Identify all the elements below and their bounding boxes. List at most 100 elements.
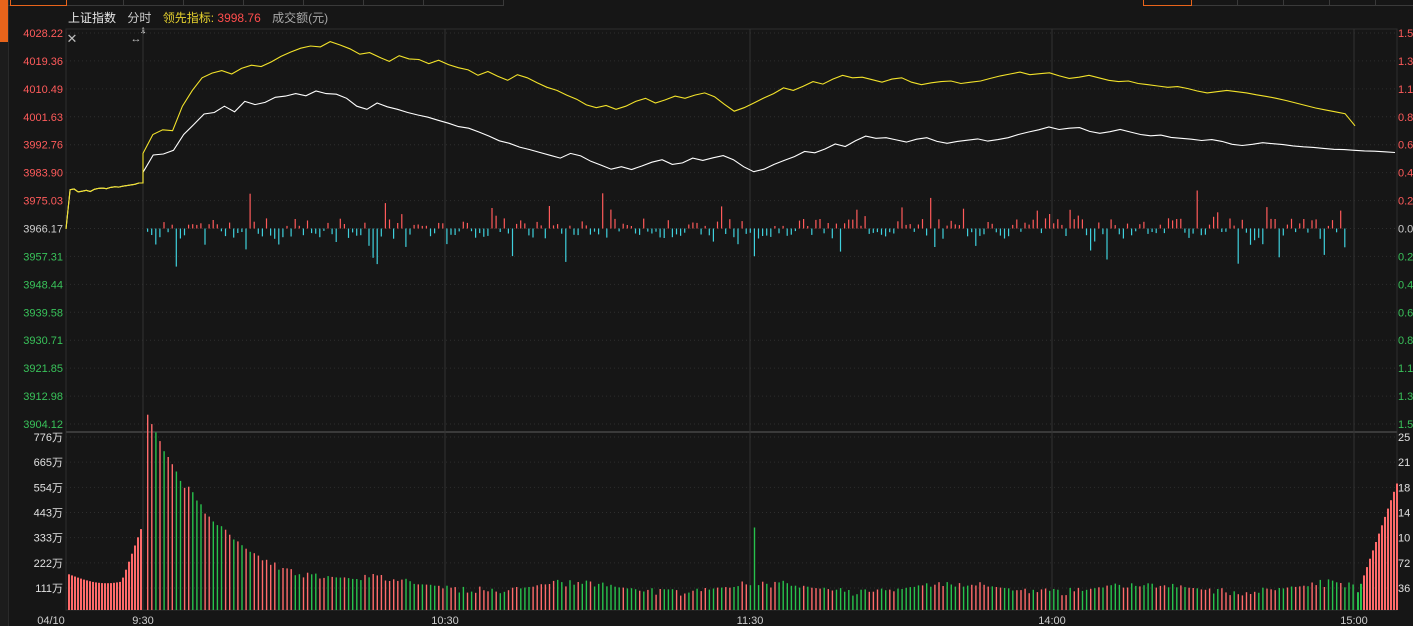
volume-bar [844,591,846,610]
diff-bar [532,228,534,238]
volume-bar [958,583,961,610]
volume-bar [532,586,534,610]
volume-bar [147,414,149,610]
diff-bar [507,228,509,234]
volume-bar [622,587,624,610]
pre-volume-bar [74,576,76,610]
volume-bar [1221,588,1223,610]
volume-bar [282,568,284,610]
diff-bar [429,228,432,237]
diff-bar [971,228,973,233]
diff-bar [639,228,641,235]
diff-bar [1258,228,1260,238]
diff-bar [393,228,395,239]
volume-bar [237,541,239,610]
diff-bar [208,224,210,229]
diff-bar [1118,228,1120,235]
volume-bar [298,574,301,610]
diff-bar [249,193,251,229]
volume-bar [659,589,661,610]
diff-bar [716,221,719,229]
volume-bar [630,588,633,610]
volume-bar [565,586,567,610]
volume-bar [1122,587,1125,610]
volume-bar [229,534,231,610]
diff-bar [454,228,456,235]
volume-bar [429,584,432,610]
diff-bar [983,228,985,235]
percent-tick-label: 1.1 [1398,363,1413,375]
volume-bar [540,584,542,610]
diff-bar [680,228,682,236]
diff-bar [548,206,550,229]
diff-bar [1204,228,1206,235]
diff-bar [844,223,846,229]
intraday-chart[interactable]: 4028.22 4019.36 4010.49 4001.63 3992.76 3983.… [0,0,1413,626]
volume-bar [819,588,821,610]
volume-bar [155,432,157,610]
volume-bar [1241,595,1244,610]
diff-bar [1270,218,1272,229]
diff-bar [491,208,493,229]
diff-bar [1180,218,1182,229]
volume-bar [733,587,735,610]
volume-bar [1065,595,1067,610]
diff-bar [1299,223,1301,229]
volume-bar [1172,583,1174,610]
diff-bar [602,193,604,229]
post-volume-bar [1369,558,1371,610]
volume-tick-label: 665万 [34,457,63,469]
diff-bar [159,228,161,238]
diff-bar [278,228,280,245]
diff-bar [1077,215,1079,229]
volume-bar [520,588,522,610]
time-tick-label: 10:30 [431,615,459,626]
volume-bar [1016,590,1018,610]
diff-bar [1229,218,1231,229]
volume-bar [524,587,526,610]
diff-bar [565,228,567,262]
volume-bar [425,584,428,610]
time-axis: 04/10 9:30 10:30 11:30 14:00 15:00 [37,615,1368,626]
diff-bar [233,228,235,238]
volume-bar [848,590,850,610]
volume-bar [684,593,686,610]
volume-bar [868,591,870,610]
diff-bar [651,228,653,234]
diff-bar [614,218,616,229]
volume-bar [151,424,153,610]
diff-bar [593,228,596,232]
volume-bar [1176,587,1178,610]
diff-bar [975,228,977,246]
volume-bar [893,591,895,610]
diff-bar [1069,209,1071,229]
volume-bar [1163,585,1166,610]
volume-bar [757,585,760,610]
diff-bar [224,228,227,237]
volume-bar [1217,589,1219,610]
volume-bar [815,588,817,610]
diff-bar [335,228,337,242]
diff-bar [889,228,891,233]
volume-bar [1282,588,1285,610]
volume-bar [798,587,801,610]
volume-bar [1213,593,1215,610]
diff-bar [1315,219,1317,229]
diff-bar [967,228,969,237]
volume-bar [311,574,313,610]
volume-right-tick-label: 21 [1398,457,1410,469]
diff-bar [536,221,538,229]
diff-bar [1303,219,1305,229]
volume-bar [548,584,551,610]
volume-bar [1319,579,1321,610]
diff-bar [298,225,300,229]
price-tick-label: 3930.71 [23,335,63,347]
price-tick-label: 3975.03 [23,196,63,208]
diff-bar [1327,225,1329,229]
volume-bar [384,580,387,610]
diff-bar [339,218,341,229]
diff-bar [811,228,813,235]
diff-bar [823,228,825,234]
diff-bar [1061,224,1063,229]
volume-bar [1003,587,1006,610]
